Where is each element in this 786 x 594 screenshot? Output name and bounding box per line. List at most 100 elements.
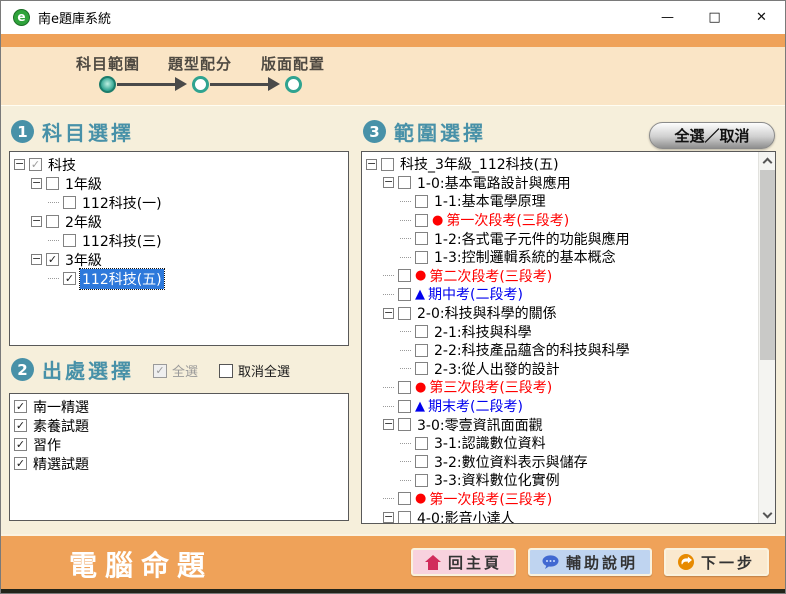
- maximize-icon[interactable]: □: [691, 1, 738, 34]
- checkbox[interactable]: ✓: [29, 158, 42, 171]
- checkbox[interactable]: [46, 177, 59, 190]
- tree-label[interactable]: 3年級: [63, 250, 104, 270]
- tree-label[interactable]: 1年級: [63, 174, 104, 194]
- tree-label[interactable]: 3-0:零壹資訊面面觀: [415, 415, 545, 435]
- tree-label[interactable]: 4-0:影音小達人: [415, 508, 517, 524]
- tree-label[interactable]: 2-1:科技與科學: [432, 322, 534, 342]
- expander-icon[interactable]: −: [31, 254, 42, 265]
- checkbox[interactable]: [46, 215, 59, 228]
- checkbox[interactable]: [398, 400, 411, 413]
- source-list-item[interactable]: ✓ 習作: [10, 435, 348, 454]
- tree-label[interactable]: 2-0:科技與科學的關係: [415, 303, 559, 323]
- range-tree-row[interactable]: − 4-0:影音小達人: [362, 508, 758, 524]
- close-icon[interactable]: ✕: [738, 1, 785, 34]
- tree-label[interactable]: 3-1:認識數位資料: [432, 433, 548, 453]
- expander-icon[interactable]: −: [383, 419, 394, 430]
- expander-icon[interactable]: [383, 387, 394, 388]
- scrollbar-thumb[interactable]: [760, 170, 775, 360]
- source-label[interactable]: 南一精選: [31, 397, 91, 417]
- tree-label[interactable]: 1-2:各式電子元件的功能與應用: [432, 229, 632, 249]
- tree-label[interactable]: 112科技(五): [80, 269, 164, 289]
- checkbox[interactable]: [398, 492, 411, 505]
- expander-icon[interactable]: [383, 294, 394, 295]
- expander-icon[interactable]: [383, 275, 394, 276]
- range-tree-row[interactable]: ● 第一次段考(三段考): [362, 211, 758, 230]
- source-list-item[interactable]: ✓ 素養試題: [10, 416, 348, 435]
- checkbox[interactable]: [415, 455, 428, 468]
- minimize-icon[interactable]: —: [644, 1, 691, 34]
- range-tree-row[interactable]: ● 第二次段考(三段考): [362, 267, 758, 286]
- tree-label[interactable]: 第三次段考(三段考): [427, 377, 554, 397]
- tree-label[interactable]: 3-3:資料數位化實例: [432, 470, 562, 490]
- scrollbar[interactable]: [758, 152, 775, 523]
- home-button[interactable]: 回主頁: [411, 548, 516, 576]
- checkbox[interactable]: [415, 362, 428, 375]
- checkbox[interactable]: [398, 288, 411, 301]
- checkbox[interactable]: [63, 196, 76, 209]
- tree-label[interactable]: 1-0:基本電路設計與應用: [415, 173, 573, 193]
- range-tree-row[interactable]: 3-2:數位資料表示與儲存: [362, 453, 758, 472]
- checkbox[interactable]: [398, 381, 411, 394]
- expander-icon[interactable]: [400, 201, 411, 202]
- range-tree-row[interactable]: 3-1:認識數位資料: [362, 434, 758, 453]
- range-tree-row[interactable]: 1-1:基本電學原理: [362, 192, 758, 211]
- checkbox[interactable]: [63, 234, 76, 247]
- subject-tree-row[interactable]: 112科技(一): [10, 193, 348, 212]
- checkbox[interactable]: [398, 269, 411, 282]
- expander-icon[interactable]: [383, 406, 394, 407]
- range-tree-row[interactable]: 2-2:科技產品蘊含的科技與科學: [362, 341, 758, 360]
- range-tree-row[interactable]: 1-2:各式電子元件的功能與應用: [362, 229, 758, 248]
- tree-label[interactable]: 3-2:數位資料表示與儲存: [432, 452, 590, 472]
- expander-icon[interactable]: [48, 278, 59, 279]
- tree-label[interactable]: 第二次段考(三段考): [427, 266, 554, 286]
- range-tree-row[interactable]: − 2-0:科技與科學的關係: [362, 304, 758, 323]
- checkbox[interactable]: ✓: [14, 400, 27, 413]
- expander-icon[interactable]: −: [383, 177, 394, 188]
- expander-icon[interactable]: [400, 443, 411, 444]
- step-circle-1[interactable]: [99, 76, 116, 93]
- select-all-toggle-button[interactable]: 全選／取消: [649, 122, 775, 149]
- source-label[interactable]: 精選試題: [31, 454, 91, 474]
- checkbox[interactable]: [415, 232, 428, 245]
- checkbox[interactable]: [398, 511, 411, 524]
- source-list-item[interactable]: ✓ 南一精選: [10, 397, 348, 416]
- scroll-down-icon[interactable]: [759, 506, 776, 523]
- checkbox[interactable]: [398, 307, 411, 320]
- range-tree-row[interactable]: ● 第三次段考(三段考): [362, 378, 758, 397]
- range-tree-row[interactable]: ▲ 期中考(二段考): [362, 285, 758, 304]
- range-tree-row[interactable]: − 1-0:基本電路設計與應用: [362, 174, 758, 193]
- deselect-all-label[interactable]: 取消全選: [238, 361, 290, 380]
- checkbox[interactable]: [415, 214, 428, 227]
- tree-label[interactable]: 112科技(一): [80, 193, 164, 213]
- expander-icon[interactable]: [400, 461, 411, 462]
- subject-tree-row[interactable]: − 2年級: [10, 212, 348, 231]
- source-list-item[interactable]: ✓ 精選試題: [10, 454, 348, 473]
- next-step-button[interactable]: 下一步: [664, 548, 769, 576]
- tree-label[interactable]: 科技_3年級_112科技(五): [398, 154, 561, 174]
- select-all-checkbox[interactable]: ✓: [153, 364, 167, 378]
- tree-label[interactable]: 2年級: [63, 212, 104, 232]
- checkbox[interactable]: ✓: [14, 457, 27, 470]
- range-tree-row[interactable]: ● 第一次段考(三段考): [362, 490, 758, 509]
- scroll-up-icon[interactable]: [759, 152, 776, 169]
- expander-icon[interactable]: [48, 202, 59, 203]
- checkbox[interactable]: [398, 418, 411, 431]
- checkbox[interactable]: ✓: [46, 253, 59, 266]
- tree-label[interactable]: 期末考(二段考): [426, 396, 525, 416]
- step-circle-3[interactable]: [285, 76, 302, 93]
- subject-tree-row[interactable]: − 1年級: [10, 174, 348, 193]
- checkbox[interactable]: [415, 251, 428, 264]
- range-tree-row[interactable]: 3-3:資料數位化實例: [362, 471, 758, 490]
- range-tree-row[interactable]: 1-3:控制邏輯系統的基本概念: [362, 248, 758, 267]
- expander-icon[interactable]: [383, 498, 394, 499]
- range-tree-row[interactable]: − 3-0:零壹資訊面面觀: [362, 415, 758, 434]
- tree-label[interactable]: 1-1:基本電學原理: [432, 191, 548, 211]
- tree-label[interactable]: 期中考(二段考): [426, 284, 525, 304]
- select-all-label[interactable]: 全選: [172, 361, 198, 380]
- checkbox[interactable]: ✓: [14, 438, 27, 451]
- expander-icon[interactable]: −: [31, 178, 42, 189]
- expander-icon[interactable]: [400, 480, 411, 481]
- expander-icon[interactable]: [400, 331, 411, 332]
- expander-icon[interactable]: −: [366, 159, 377, 170]
- expander-icon[interactable]: [400, 350, 411, 351]
